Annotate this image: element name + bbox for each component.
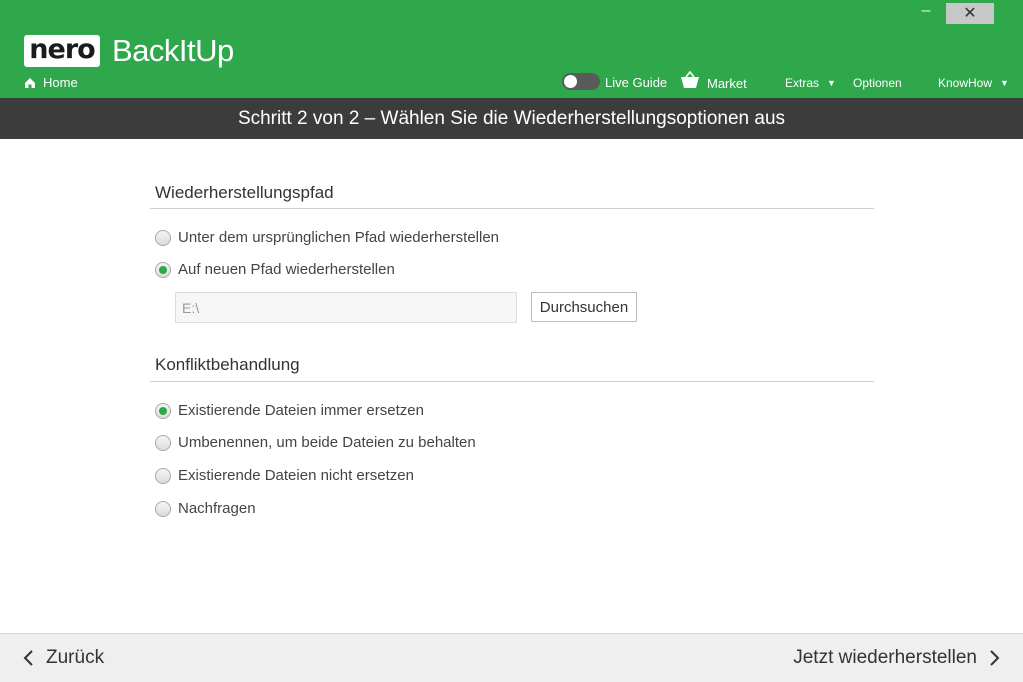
toggle-knob xyxy=(564,75,577,88)
main-content: Wiederherstellungspfad Unter dem ursprün… xyxy=(0,139,1023,633)
radio-always-replace[interactable]: Existierende Dateien immer ersetzen xyxy=(155,402,424,419)
conflict-title: Konfliktbehandlung xyxy=(155,355,300,374)
nero-logo: nero xyxy=(24,35,100,67)
minimize-button[interactable]: – xyxy=(906,3,946,24)
divider xyxy=(150,381,874,382)
browse-button[interactable]: Durchsuchen xyxy=(531,292,637,322)
app-title: BackItUp xyxy=(112,33,234,68)
radio-button[interactable] xyxy=(155,229,171,246)
home-icon xyxy=(25,77,35,88)
caret-down-icon: ▼ xyxy=(827,78,836,88)
radio-label: Nachfragen xyxy=(178,500,256,517)
extras-label: Extras xyxy=(785,76,820,90)
radio-label: Auf neuen Pfad wiederherstellen xyxy=(178,261,395,278)
radio-button[interactable] xyxy=(155,500,171,517)
extras-menu[interactable]: Extras ▼ xyxy=(785,76,836,90)
radio-button[interactable] xyxy=(155,467,171,484)
radio-ask[interactable]: Nachfragen xyxy=(155,500,256,517)
radio-label: Existierende Dateien nicht ersetzen xyxy=(178,467,414,484)
close-button[interactable]: ✕ xyxy=(946,3,994,24)
knowhow-menu[interactable]: KnowHow ▼ xyxy=(938,76,1009,90)
radio-original-path[interactable]: Unter dem ursprünglichen Pfad wiederhers… xyxy=(155,229,499,246)
chevron-right-icon xyxy=(990,650,1000,666)
basket-icon[interactable] xyxy=(680,71,700,89)
chevron-left-icon xyxy=(23,650,33,666)
footer-bar: Zurück Jetzt wiederherstellen xyxy=(0,633,1023,682)
title-bar: – ✕ nero BackItUp Home Live Guide Market… xyxy=(0,0,1023,98)
live-guide-label[interactable]: Live Guide xyxy=(605,75,667,90)
radio-label: Existierende Dateien immer ersetzen xyxy=(178,402,424,419)
radio-new-path[interactable]: Auf neuen Pfad wiederherstellen xyxy=(155,261,395,278)
radio-rename-keep-both[interactable]: Umbenennen, um beide Dateien zu behalten xyxy=(155,434,476,451)
back-label: Zurück xyxy=(46,647,105,668)
divider xyxy=(150,208,874,209)
knowhow-label: KnowHow xyxy=(938,76,993,90)
optionen-menu[interactable]: Optionen xyxy=(853,76,902,90)
caret-down-icon: ▼ xyxy=(1000,78,1009,88)
restore-now-label: Jetzt wiederherstellen xyxy=(793,647,977,668)
radio-button[interactable] xyxy=(155,261,171,278)
home-link[interactable]: Home xyxy=(24,75,78,90)
radio-label: Umbenennen, um beide Dateien zu behalten xyxy=(178,434,476,451)
live-guide-toggle[interactable] xyxy=(562,73,600,90)
restore-now-button[interactable]: Jetzt wiederherstellen xyxy=(793,647,1001,669)
path-input[interactable] xyxy=(175,292,517,323)
restore-path-title: Wiederherstellungspfad xyxy=(155,183,334,202)
market-link[interactable]: Market xyxy=(707,76,747,91)
home-label: Home xyxy=(43,75,78,90)
radio-never-replace[interactable]: Existierende Dateien nicht ersetzen xyxy=(155,467,414,484)
step-title: Schritt 2 von 2 – Wählen Sie die Wiederh… xyxy=(0,98,1023,139)
radio-button[interactable] xyxy=(155,434,171,451)
radio-label: Unter dem ursprünglichen Pfad wiederhers… xyxy=(178,229,500,246)
radio-button[interactable] xyxy=(155,402,171,419)
back-button[interactable]: Zurück xyxy=(22,647,104,669)
